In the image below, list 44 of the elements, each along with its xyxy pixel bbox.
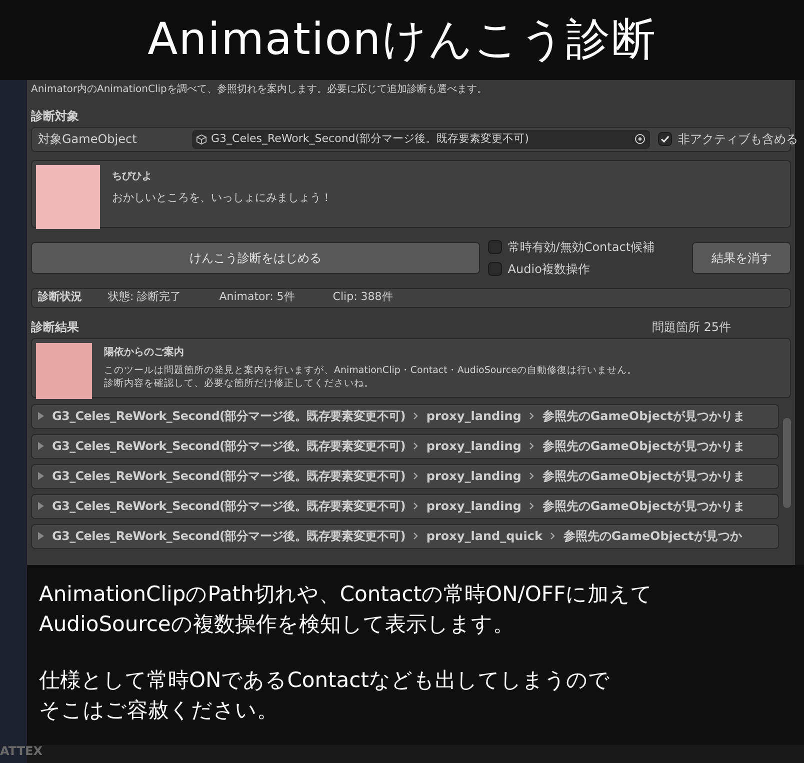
- object-name: G3_Celes_ReWork_Second(部分マージ後。既存要素変更不可): [52, 468, 406, 485]
- clear-button[interactable]: 結果を消す: [692, 242, 791, 274]
- issue-count: 問題箇所 25件: [652, 318, 731, 336]
- panel-label: ATTEX: [0, 743, 42, 760]
- field-label: 対象GameObject: [38, 131, 138, 148]
- caption-text: AnimationClipのPath切れや、Contactの常時ON/OFFに加えて AudioSourceの複数操作を検知して表示します。: [39, 581, 654, 638]
- notice-title: 陽依からのご案内: [104, 345, 185, 360]
- notice-text: 診断内容を確認して、必要な箇所だけ修正してくださいね。: [104, 376, 375, 390]
- object-name: G3_Celes_ReWork_Second(部分マージ後。既存要素変更不可): [52, 498, 406, 515]
- speaker-name: ちびひよ: [112, 170, 153, 184]
- notice-text: このツールは問題箇所の発見と案内を行いますが、AnimationClip・Contact・AudioSourceの自動修復は行いません。: [104, 364, 637, 376]
- section-heading: 診断結果: [31, 318, 79, 336]
- checkbox[interactable]: 常時有効/無効Contact候補: [488, 238, 688, 256]
- result-row[interactable]: G3_Celes_ReWork_Second(部分マージ後。既存要素変更不可) proxy_landing 参照先のGameObjectが見つかりま: [31, 464, 780, 488]
- object-name: G3_Celes_ReWork_Second(部分マージ後。既存要素変更不可): [52, 438, 406, 455]
- issue-message: 参照先のGameObjectが見つかりま: [542, 438, 745, 455]
- checkbox[interactable]: Audio複数操作: [488, 260, 688, 278]
- result-row[interactable]: G3_Celes_ReWork_Second(部分マージ後。既存要素変更不可) proxy_landing 参照先のGameObjectが見つかりま: [31, 494, 780, 518]
- status-text: 状態: 診断完了: [108, 289, 182, 306]
- status-text: Animator: 5件: [219, 289, 295, 306]
- object-field[interactable]: G3_Celes_ReWork_Second(部分マージ後。既存要素変更不可): [192, 130, 650, 148]
- clip-name: proxy_landing: [426, 498, 522, 515]
- clip-name: proxy_landing: [426, 408, 522, 425]
- issue-message: 参照先のGameObjectが見つかりま: [542, 498, 745, 515]
- result-row[interactable]: G3_Celes_ReWork_Second(部分マージ後。既存要素変更不可) proxy_landing 参照先のGameObjectが見つかりま: [31, 404, 780, 428]
- clip-name: proxy_landing: [426, 468, 522, 485]
- checkbox[interactable]: 非アクティブも含める: [658, 130, 798, 148]
- object-name: G3_Celes_ReWork_Second(部分マージ後。既存要素変更不可): [52, 408, 406, 425]
- issue-message: 参照先のGameObjectが見つか: [563, 528, 742, 545]
- issue-message: 参照先のGameObjectが見つかりま: [542, 408, 745, 425]
- status-text: Clip: 388件: [332, 289, 393, 306]
- banner-title: Animationけんこう診断: [148, 13, 656, 67]
- result-row[interactable]: G3_Celes_ReWork_Second(部分マージ後。既存要素変更不可) proxy_landing 参照先のGameObjectが見つかりま: [31, 434, 780, 458]
- object-name: G3_Celes_ReWork_Second(部分マージ後。既存要素変更不可): [52, 528, 406, 545]
- start-button[interactable]: けんこう診断をはじめる: [31, 242, 480, 274]
- caption-text: 仕様として常時ONであるContactなども出してしまうので そこはご容赦ください。: [39, 667, 611, 724]
- status-title: 診断状況: [38, 289, 83, 306]
- description-text: Animator内のAnimationClipを調べて、参照切れを案内します。必要に応じて追加診断も選べます。: [31, 82, 488, 97]
- clip-name: proxy_land_quick: [426, 528, 542, 545]
- message-text: おかしいところを、いっしょにみましょう！: [112, 190, 332, 206]
- clip-name: proxy_landing: [426, 438, 522, 455]
- result-row[interactable]: G3_Celes_ReWork_Second(部分マージ後。既存要素変更不可) proxy_land_quick 参照先のGameObjectが見つか: [31, 524, 780, 548]
- issue-message: 参照先のGameObjectが見つかりま: [542, 468, 745, 485]
- section-heading: 診断対象: [31, 108, 80, 125]
